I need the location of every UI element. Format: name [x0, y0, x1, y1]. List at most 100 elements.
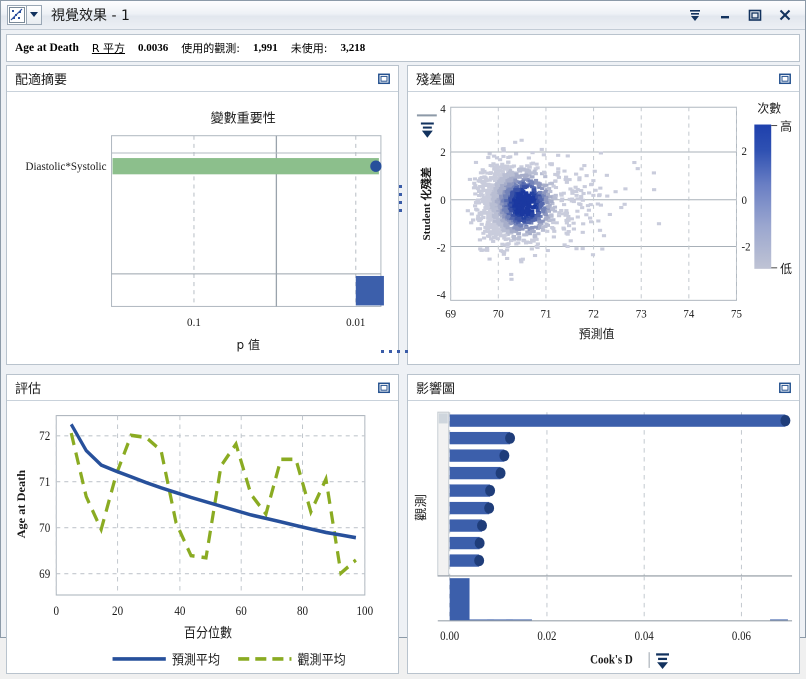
influence-bar[interactable]	[450, 432, 510, 444]
residual-point	[566, 233, 570, 236]
residual-point	[599, 204, 603, 207]
restore-icon[interactable]	[378, 73, 390, 85]
filter-down-icon[interactable]	[687, 7, 703, 23]
influence-bar-marker[interactable]	[505, 433, 515, 444]
residual-point	[478, 227, 482, 230]
app-icon-group[interactable]	[7, 5, 42, 25]
importance-bar[interactable]	[113, 158, 379, 174]
residual-point	[473, 204, 477, 207]
rsquare-label[interactable]: R 平方	[92, 40, 125, 56]
residual-point	[551, 185, 555, 188]
influence-plot-panel: 影響圖 觀測	[407, 374, 800, 673]
residual-point	[466, 209, 470, 212]
residual-point	[522, 233, 526, 236]
residual-point	[567, 224, 571, 227]
residual-point	[579, 167, 583, 170]
residual-point	[561, 227, 565, 230]
residual-point	[524, 226, 528, 229]
residual-point	[513, 141, 517, 144]
axis-settings-icon[interactable]	[417, 114, 437, 137]
residual-point	[536, 200, 540, 203]
influence-bar-marker[interactable]	[496, 468, 506, 479]
legend-high-label: 高	[780, 118, 792, 133]
observation-scrollbar[interactable]	[438, 413, 449, 577]
influence-plot-body: 觀測	[408, 401, 799, 672]
residual-point	[559, 209, 563, 212]
residual-y-axis-label: Student 化殘差	[419, 167, 433, 241]
residual-point	[530, 185, 534, 188]
assessment-legend[interactable]: 預測平均 觀測平均	[113, 653, 346, 669]
axis-settings-icon[interactable]	[656, 654, 669, 670]
restore-icon[interactable]	[779, 73, 791, 85]
fit-summary-body: 變數重要性 Diastolic*Systolic	[7, 92, 398, 364]
minimize-icon[interactable]	[717, 7, 733, 23]
influence-bar[interactable]	[450, 502, 489, 514]
maximize-icon[interactable]	[747, 7, 763, 23]
residual-point	[591, 179, 595, 182]
assessment-header: 評估	[7, 375, 398, 401]
fit-summary-cell: 配適摘要 變數重要性	[6, 65, 403, 369]
influence-bar-marker[interactable]	[475, 538, 485, 549]
residual-point	[549, 213, 553, 216]
residual-point	[481, 188, 485, 191]
influence-bar[interactable]	[450, 450, 505, 462]
residual-point	[536, 182, 540, 185]
pvalue-histogram-bar[interactable]	[356, 276, 384, 305]
influence-histogram-bar[interactable]	[450, 579, 470, 622]
residual-point	[562, 203, 566, 206]
variable-importance-chart[interactable]: 變數重要性 Diastolic*Systolic	[7, 92, 398, 364]
residual-point	[484, 199, 488, 202]
chevron-down-icon[interactable]	[27, 5, 42, 25]
residual-point	[529, 172, 533, 175]
influence-bar-marker[interactable]	[780, 415, 790, 426]
residual-point	[589, 183, 593, 186]
residual-point	[495, 231, 499, 234]
influence-bar[interactable]	[450, 485, 490, 497]
window-title: 視覺效果 - 1	[51, 5, 130, 25]
residual-point	[485, 247, 489, 250]
vertical-splitter-grip[interactable]	[399, 185, 402, 215]
restore-icon[interactable]	[779, 382, 791, 394]
influence-bar-marker[interactable]	[474, 555, 484, 566]
residual-point	[589, 220, 593, 223]
influence-histogram[interactable]	[450, 579, 788, 622]
residual-point	[537, 220, 541, 223]
x-tick-000: 0.00	[440, 630, 459, 644]
x-tick-40: 40	[174, 605, 185, 619]
residual-point	[538, 196, 542, 199]
importance-marker[interactable]	[370, 161, 381, 172]
residual-point	[486, 230, 490, 233]
residual-point	[530, 182, 534, 185]
horizontal-splitter-grip[interactable]	[381, 350, 411, 353]
residual-scatter-chart[interactable]: Student 化殘差 4 2 0 -2 -4	[408, 92, 799, 364]
influence-bar-marker[interactable]	[485, 485, 495, 496]
residual-point	[564, 176, 568, 179]
residual-point	[482, 237, 486, 240]
influence-bar-marker[interactable]	[477, 520, 487, 531]
close-icon[interactable]	[777, 7, 793, 23]
influence-bar-marker[interactable]	[499, 450, 509, 461]
influence-bar[interactable]	[450, 467, 501, 479]
influence-bar-chart[interactable]: 觀測	[408, 401, 799, 672]
scatterplot-icon[interactable]	[7, 5, 27, 25]
restore-icon[interactable]	[378, 382, 390, 394]
residual-point	[523, 203, 527, 206]
residual-point	[652, 188, 656, 191]
scrollbar-thumb[interactable]	[439, 414, 448, 424]
residual-point	[517, 181, 521, 184]
residual-point	[564, 212, 568, 215]
x-tick-0: 0.1	[187, 317, 201, 329]
residual-point	[530, 239, 534, 242]
residual-point	[560, 194, 564, 197]
influence-bar-marker[interactable]	[484, 503, 494, 514]
residual-point	[598, 193, 602, 196]
y-tick-71: 71	[39, 476, 50, 490]
residual-point	[496, 237, 500, 240]
residual-point	[581, 192, 585, 195]
frequency-legend[interactable]: 次數 高 低	[754, 101, 792, 276]
influence-bar[interactable]	[450, 415, 786, 427]
legend-colorbar[interactable]	[754, 125, 771, 269]
assessment-line-chart[interactable]: Age at Death 72 71 70 69	[7, 401, 398, 672]
residual-point	[493, 175, 497, 178]
residual-point	[570, 199, 574, 202]
